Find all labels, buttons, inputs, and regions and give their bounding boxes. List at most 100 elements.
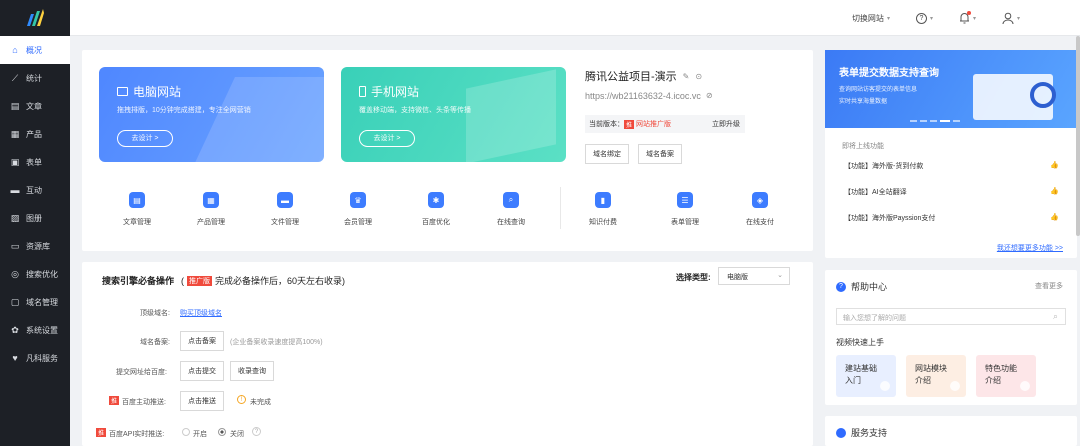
mobile-design-button[interactable]: 去设计 > — [359, 130, 415, 147]
baidu-optimize-icon: ✱ — [428, 192, 444, 208]
seo-header: 搜索引擎必备操作 ( 推广版 完成必备操作后，60天左右收录) — [102, 274, 345, 287]
type-select[interactable]: 电脑版 ⌄ — [718, 267, 790, 285]
tool-label: 在线查询 — [497, 219, 525, 226]
logo[interactable] — [0, 0, 70, 36]
sidebar-item[interactable]: ▦ 产品 — [0, 120, 70, 148]
quick-start-label: 建站基础入门 — [845, 364, 877, 385]
user-menu-button[interactable]: ▾ — [1002, 12, 1020, 24]
sidebar: ⌂ 概况 ⟋ 统计 ▤ 文章 ▦ 产品 ▣ 表单 ▬ 互动 ▨ 图册 ▭ 资源库 ◎ 搜索优化 ▢ 域名管理 ✿ 系统设置… — [0, 0, 70, 446]
chevron-down-icon: ▾ — [886, 15, 890, 22]
sidebar-item[interactable]: ▣ 表单 — [0, 148, 70, 176]
form-manage-icon: ☰ — [677, 192, 693, 208]
upcoming-item-label: 【功能】海外版-货到付款 — [844, 163, 924, 170]
push-button[interactable]: 点击推送 — [180, 391, 224, 411]
service-icon — [836, 427, 846, 438]
record-hint: (企业备案收录速度提高100%) — [230, 339, 323, 346]
seo-icon: ◎ — [11, 268, 19, 279]
sidebar-item[interactable]: ⟋ 统计 — [0, 64, 70, 92]
seo-paren: ( — [181, 275, 185, 286]
tool-item[interactable]: ▦ 产品管理 — [176, 192, 246, 227]
tool-item[interactable]: ◈ 在线支付 — [725, 192, 795, 227]
help-more-link[interactable]: 查看更多 — [1035, 281, 1063, 291]
question-icon: ? — [915, 12, 927, 24]
search-icon[interactable]: ⌕ — [1053, 311, 1058, 322]
mobile-site-tile[interactable]: 手机网站 覆盖移动端，支持微信、头条等传播 去设计 > — [341, 67, 566, 162]
site-name-row: 腾讯公益项目-演示 ✎ ⊙ — [585, 68, 702, 84]
pc-design-button[interactable]: 去设计 > — [117, 130, 173, 147]
site-url-row: https://wb21163632-4.icoc.vc ⊘ — [585, 91, 713, 101]
record-domain-button[interactable]: 域名备案 — [638, 144, 682, 164]
scrollbar[interactable] — [1076, 36, 1080, 236]
online-query-icon: ⌕ — [503, 192, 519, 208]
help-search-placeholder: 输入您想了解的问题 — [843, 315, 906, 322]
buy-domain-link[interactable]: 购买顶级域名 — [180, 308, 222, 318]
sidebar-item[interactable]: ✿ 系统设置 — [0, 316, 70, 344]
quick-start-item[interactable]: 网站模块介绍 — [906, 355, 966, 397]
help-search-input[interactable]: 输入您想了解的问题 ⌕ — [836, 308, 1066, 325]
settings-icon[interactable]: ⊙ — [695, 72, 702, 81]
topbar: 切换网站 ▾ ? ▾ ▾ ▾ — [70, 0, 1080, 36]
tool-item[interactable]: ▤ 文章管理 — [102, 192, 172, 227]
tool-item[interactable]: ▮ 知识付费 — [568, 192, 638, 227]
pc-site-tile[interactable]: 电脑网站 拖拽排版，10分钟完成搭建，专注全网营销 去设计 > — [99, 67, 324, 162]
sidebar-item[interactable]: ▬ 互动 — [0, 176, 70, 204]
tile-decoration — [466, 69, 556, 162]
thumbs-up-icon[interactable]: 👍 — [1050, 187, 1059, 195]
type-label: 选择类型: — [676, 273, 711, 282]
tool-item[interactable]: ⌕ 在线查询 — [476, 192, 546, 227]
chevron-down-icon: ▾ — [972, 15, 976, 22]
service-title: 服务支持 — [851, 428, 888, 438]
help-circle-icon[interactable]: ? — [252, 427, 261, 436]
quick-start-item[interactable]: 建站基础入门 — [836, 355, 896, 397]
thumbs-up-icon[interactable]: 👍 — [1050, 213, 1059, 221]
sidebar-item-label: 产品 — [26, 129, 42, 139]
submit-baidu-label: 提交网址给百度: — [116, 369, 167, 376]
tool-item[interactable]: ▬ 文件管理 — [250, 192, 320, 227]
pc-site-subtitle: 拖拽排版，10分钟完成搭建，专注全网营销 — [117, 107, 251, 114]
switch-site-button[interactable]: 切换网站 ▾ — [852, 13, 890, 24]
sidebar-item[interactable]: ▤ 文章 — [0, 92, 70, 120]
sidebar-item[interactable]: ♥ 凡科服务 — [0, 344, 70, 372]
edit-icon[interactable]: ✎ — [683, 72, 690, 81]
sidebar-item[interactable]: ⌂ 概况 — [0, 36, 70, 64]
index-query-button[interactable]: 收录查询 — [230, 361, 274, 381]
submit-button[interactable]: 点击提交 — [180, 361, 224, 381]
tool-item[interactable]: ✱ 百度优化 — [401, 192, 471, 227]
api-off-radio[interactable] — [218, 428, 226, 436]
bind-domain-button[interactable]: 域名绑定 — [585, 144, 629, 164]
tool-label: 百度优化 — [422, 219, 450, 226]
api-on-radio[interactable] — [182, 428, 190, 436]
tool-item[interactable]: ☰ 表单管理 — [650, 192, 720, 227]
upgrade-link[interactable]: 立即升级 — [712, 119, 740, 129]
sidebar-item[interactable]: ▨ 图册 — [0, 204, 70, 232]
sidebar-item-label: 域名管理 — [26, 297, 58, 307]
member-manage-icon: ♛ — [350, 192, 366, 208]
sidebar-item[interactable]: ◎ 搜索优化 — [0, 260, 70, 288]
tool-item[interactable]: ♛ 会员管理 — [323, 192, 393, 227]
thumbs-up-icon[interactable]: 👍 — [1050, 161, 1059, 169]
help-button[interactable]: ? ▾ — [915, 12, 933, 24]
site-url[interactable]: https://wb21163632-4.icoc.vc — [585, 91, 701, 101]
record-button[interactable]: 点击备案 — [180, 331, 224, 351]
sidebar-item[interactable]: ▭ 资源库 — [0, 232, 70, 260]
service-card: 服务支持 — [825, 416, 1077, 446]
type-select-value: 电脑版 — [727, 274, 748, 281]
promo-banner[interactable]: 表单提交数据支持查询 查询网站访客提交的表单信息 实时共享海量数据 — [825, 50, 1077, 128]
version-badge: 推 — [624, 119, 635, 129]
more-features-link[interactable]: 我还想要更多功能 >> — [997, 243, 1063, 253]
domain-actions: 域名绑定 域名备案 — [585, 144, 682, 164]
pc-site-title: 电脑网站 — [133, 85, 182, 99]
upcoming-item-label: 【功能】海外版Payssion支付 — [844, 215, 936, 222]
link-icon[interactable]: ⊘ — [706, 91, 713, 101]
service-header: 服务支持 — [836, 426, 887, 439]
sidebar-item-label: 图册 — [26, 213, 42, 223]
sidebar-item-label: 凡科服务 — [26, 353, 58, 363]
banner-dots[interactable] — [910, 120, 960, 122]
site-overview-card: 电脑网站 拖拽排版，10分钟完成搭建，专注全网营销 去设计 > 手机网站 覆盖移… — [82, 50, 813, 251]
quick-start-item[interactable]: 特色功能介绍 — [976, 355, 1036, 397]
sidebar-item[interactable]: ▢ 域名管理 — [0, 288, 70, 316]
tool-divider — [560, 187, 561, 229]
notification-button[interactable]: ▾ — [959, 11, 976, 24]
api-push-label: 百度API实时推送: — [109, 431, 165, 438]
version-row: 当前版本： 推 网站推广版 立即升级 — [585, 115, 745, 133]
